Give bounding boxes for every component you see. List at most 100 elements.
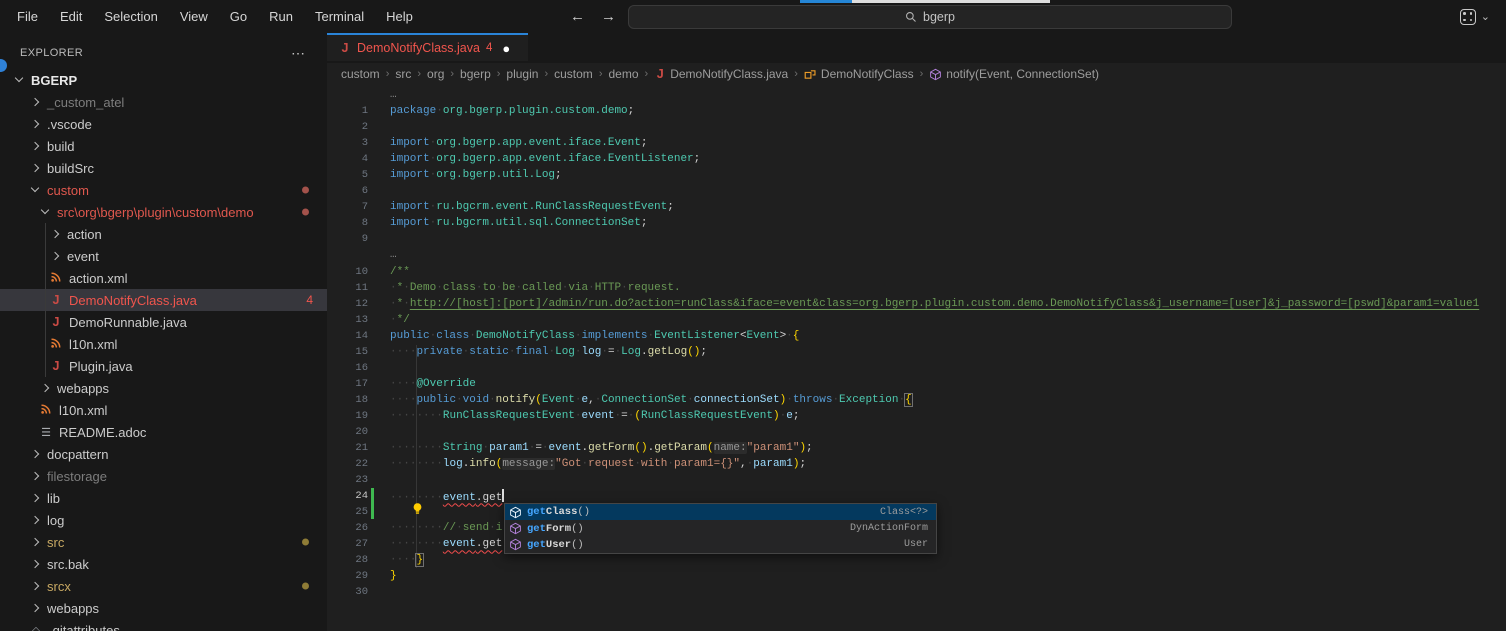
menu-item-file[interactable]: File [6, 9, 49, 24]
tree-item-l10n-xml[interactable]: l10n.xml [0, 399, 327, 421]
code-line-folded[interactable]: … [327, 87, 1506, 103]
code-line-22[interactable]: 22········log.info(message:"Got·request·… [327, 456, 1506, 472]
tab-demonotifyclass[interactable]: J DemoNotifyClass.java 4 ● [327, 33, 528, 61]
tree-item-action[interactable]: action [0, 223, 327, 245]
code-line-8[interactable]: 8import·ru.bgcrm.util.sql.ConnectionSet; [327, 215, 1506, 231]
code-line-12[interactable]: 12·*·http://[host]:[port]/admin/run.do?a… [327, 296, 1506, 312]
code-line-17[interactable]: 17····@Override [327, 376, 1506, 392]
code-line-2[interactable]: 2 [327, 119, 1506, 135]
tree-item-l10n-xml[interactable]: l10n.xml [0, 333, 327, 355]
menu-item-run[interactable]: Run [258, 9, 304, 24]
code-text: ········RunClassRequestEvent·event·=·(Ru… [390, 410, 1506, 422]
breadcrumb-item-org[interactable]: org [427, 67, 444, 81]
menu-item-view[interactable]: View [169, 9, 219, 24]
tree-item-demorunnable-java[interactable]: JDemoRunnable.java [0, 311, 327, 333]
forward-arrow-button[interactable]: → [601, 8, 616, 25]
tree-item-buildsrc[interactable]: buildSrc [0, 157, 327, 179]
code-line-29[interactable]: 29} [327, 568, 1506, 584]
code-line-7[interactable]: 7import·ru.bgcrm.event.RunClassRequestEv… [327, 199, 1506, 215]
menu-item-help[interactable]: Help [375, 9, 424, 24]
tree-item-build[interactable]: build [0, 135, 327, 157]
tab-problems-badge: 4 [486, 42, 492, 54]
breadcrumb-item-demonotifyclass-java[interactable]: JDemoNotifyClass.java [654, 67, 788, 81]
tree-item-custom-atel[interactable]: _custom_atel [0, 91, 327, 113]
breadcrumb-item-custom[interactable]: custom [341, 67, 380, 81]
code-line-18[interactable]: 18····public·void·notify(Event·e,·Connec… [327, 392, 1506, 408]
tree-item-label: l10n.xml [59, 403, 107, 418]
lightbulb-icon[interactable] [385, 490, 398, 503]
code-line-28[interactable]: 28····} [327, 552, 1506, 568]
line-number: 2 [327, 121, 368, 133]
explorer-more-actions-button[interactable]: ⋯ [291, 41, 305, 65]
tree-item-action-xml[interactable]: action.xml [0, 267, 327, 289]
back-arrow-button[interactable]: ← [570, 8, 585, 25]
suggest-label: getForm() [527, 523, 584, 535]
tree-item-docpattern[interactable]: docpattern [0, 443, 327, 465]
tree-item-webapps[interactable]: webapps [0, 377, 327, 399]
tree-item-label: webapps [47, 601, 99, 616]
code-line-4[interactable]: 4import·org.bgerp.app.event.iface.EventL… [327, 151, 1506, 167]
java-file-icon: J [50, 315, 62, 329]
tree-item-gitattributes[interactable]: ◇.gitattributes [0, 619, 327, 631]
breadcrumb-item-src[interactable]: src [395, 67, 411, 81]
tree-item-src[interactable]: src [0, 531, 327, 553]
breadcrumb-item-bgerp[interactable]: bgerp [460, 67, 491, 81]
code-line-9[interactable]: 9 [327, 231, 1506, 247]
suggest-item-getclass[interactable]: getClass()Class<?> [505, 504, 936, 520]
tree-item-label: event [67, 249, 99, 264]
code-line-13[interactable]: 13·*/ [327, 312, 1506, 328]
breadcrumb-separator: › [450, 68, 454, 80]
breadcrumb-item-custom[interactable]: custom [554, 67, 593, 81]
menu-item-edit[interactable]: Edit [49, 9, 93, 24]
tree-item-label: lib [47, 491, 60, 506]
chevron-down-icon [40, 207, 50, 217]
tree-item-plugin-java[interactable]: JPlugin.java [0, 355, 327, 377]
tree-item-srcx[interactable]: srcx [0, 575, 327, 597]
suggest-item-getuser[interactable]: getUser()User [505, 537, 936, 553]
tree-item-demonotifyclass-java[interactable]: JDemoNotifyClass.java4 [0, 289, 327, 311]
tree-item-event[interactable]: event [0, 245, 327, 267]
menu-item-selection[interactable]: Selection [93, 9, 168, 24]
code-line-10[interactable]: 10/** [327, 264, 1506, 280]
method-cube-icon [509, 522, 522, 535]
code-line-15[interactable]: 15····private·static·final·Log·log·=·Log… [327, 344, 1506, 360]
tree-item-bgerp[interactable]: BGERP [0, 69, 327, 91]
menu-item-go[interactable]: Go [219, 9, 258, 24]
breadcrumb-separator: › [417, 68, 421, 80]
code-line-14[interactable]: 14public·class·DemoNotifyClass·implement… [327, 328, 1506, 344]
tree-item-src-bak[interactable]: src.bak [0, 553, 327, 575]
tree-item-lib[interactable]: lib [0, 487, 327, 509]
command-center-search[interactable]: bgerp [628, 5, 1232, 29]
code-line-1[interactable]: 1package·org.bgerp.plugin.custom.demo; [327, 103, 1506, 119]
code-editor[interactable]: …1package·org.bgerp.plugin.custom.demo;2… [327, 85, 1506, 631]
code-line-3[interactable]: 3import·org.bgerp.app.event.iface.Event; [327, 135, 1506, 151]
titlebar-right-actions[interactable]: ⌄ [1460, 0, 1490, 33]
code-line-folded[interactable]: … [327, 247, 1506, 263]
tree-item-filestorage[interactable]: filestorage [0, 465, 327, 487]
code-line-30[interactable]: 30 [327, 584, 1506, 600]
code-line-20[interactable]: 20 [327, 424, 1506, 440]
breadcrumb-item-plugin[interactable]: plugin [506, 67, 538, 81]
breadcrumb-item-notify-event-connectionset[interactable]: notify(Event, ConnectionSet) [929, 67, 1099, 81]
menu-item-terminal[interactable]: Terminal [304, 9, 375, 24]
profile-grid-icon [1460, 9, 1476, 25]
tree-item-readme-adoc[interactable]: ☰README.adoc [0, 421, 327, 443]
suggest-item-getform[interactable]: getForm()DynActionForm [505, 520, 936, 536]
code-line-5[interactable]: 5import·org.bgerp.util.Log; [327, 167, 1506, 183]
tree-item-src-org-bgerp-plugin-custom-demo[interactable]: src\org\bgerp\plugin\custom\demo [0, 201, 327, 223]
breadcrumb-item-demo[interactable]: demo [608, 67, 638, 81]
tree-item-webapps[interactable]: webapps [0, 597, 327, 619]
tree-item-log[interactable]: log [0, 509, 327, 531]
breadcrumb-item-demonotifyclass[interactable]: DemoNotifyClass [804, 67, 914, 81]
code-line-19[interactable]: 19········RunClassRequestEvent·event·=·(… [327, 408, 1506, 424]
tree-item-custom[interactable]: custom [0, 179, 327, 201]
code-line-24[interactable]: 24 ········event.get [327, 488, 1506, 504]
problems-count-badge: 4 [306, 293, 313, 307]
code-line-6[interactable]: 6 [327, 183, 1506, 199]
code-line-11[interactable]: 11·*·Demo·class·to·be·called·via·HTTP·re… [327, 280, 1506, 296]
tab-dirty-dot[interactable]: ● [502, 41, 510, 56]
code-line-23[interactable]: 23 [327, 472, 1506, 488]
code-line-21[interactable]: 21········String·param1·=·event.getForm(… [327, 440, 1506, 456]
code-line-16[interactable]: 16 [327, 360, 1506, 376]
tree-item-vscode[interactable]: .vscode [0, 113, 327, 135]
